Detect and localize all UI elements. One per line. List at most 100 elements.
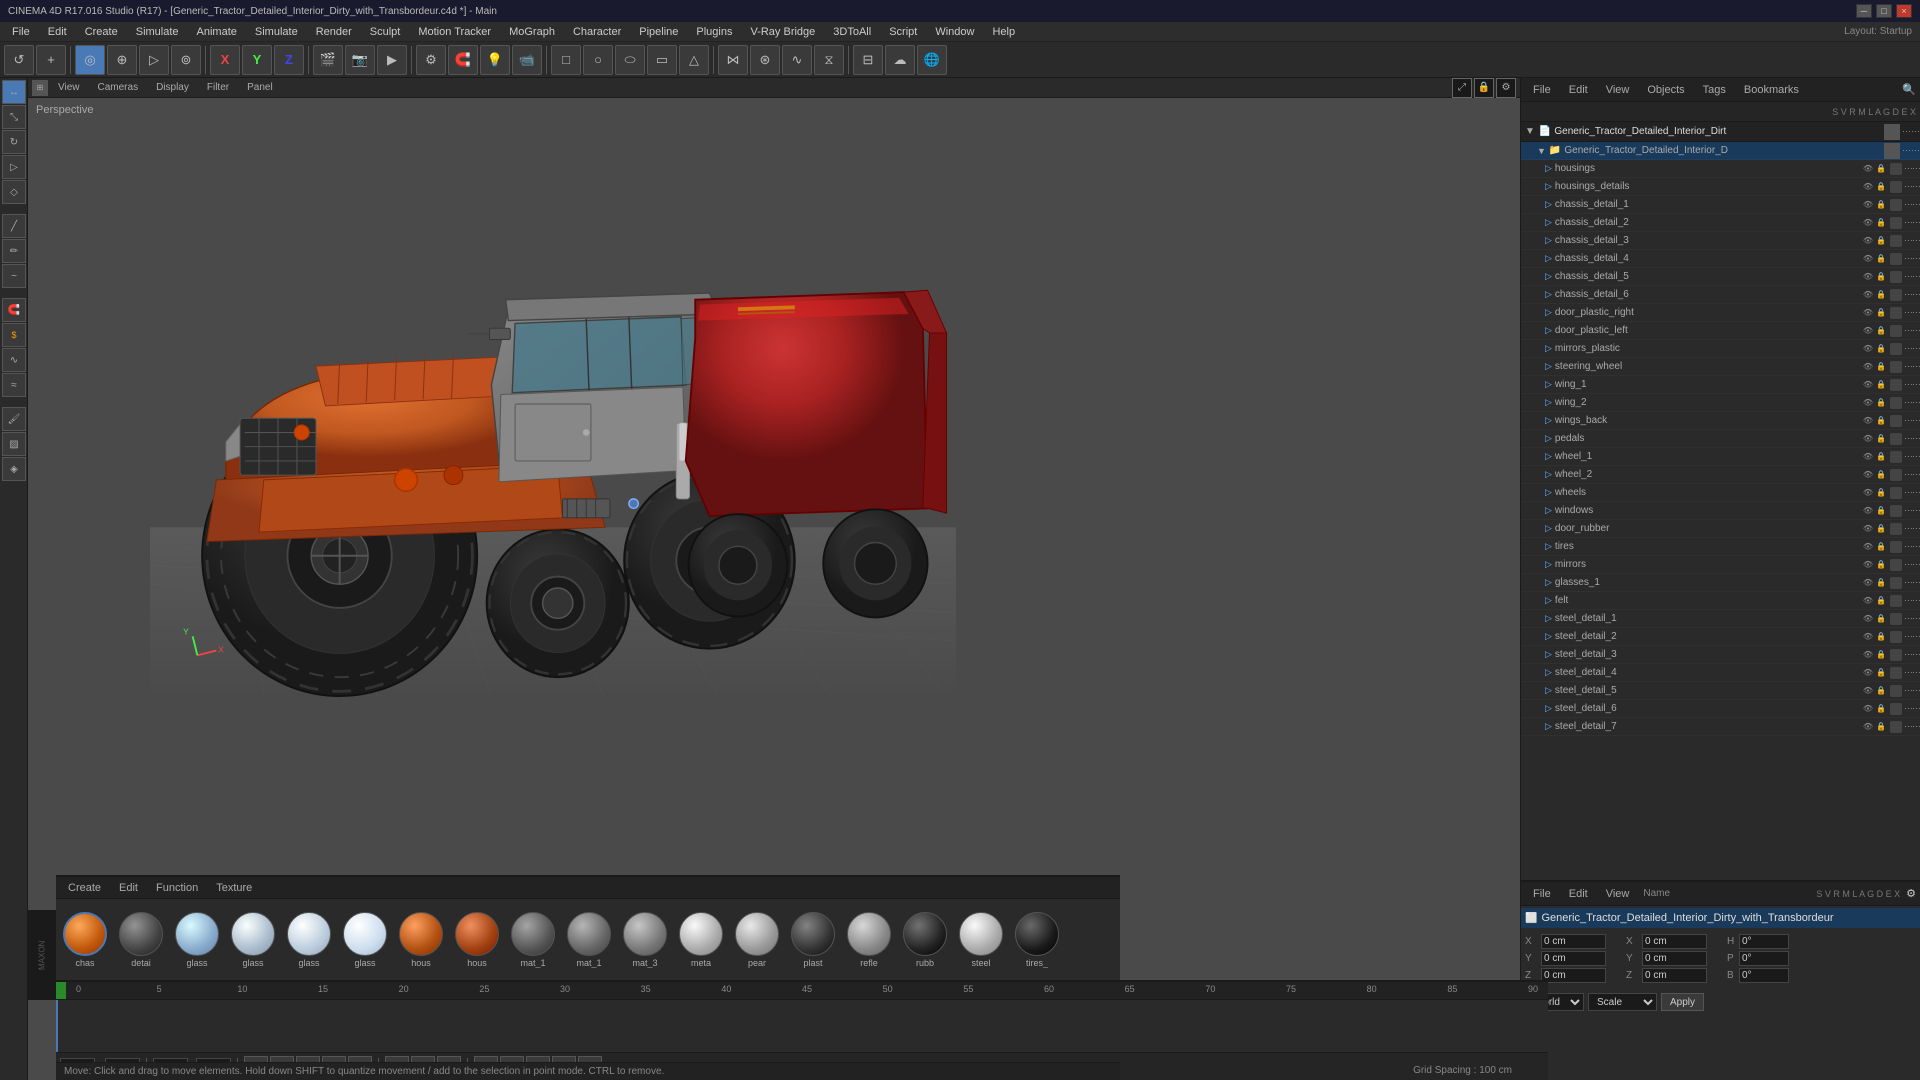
- coord-z-pos[interactable]: [1541, 968, 1606, 983]
- obj-row-wheel_2[interactable]: ▷wheel_2👁🔒⋯⋯: [1521, 466, 1920, 484]
- tool-twist[interactable]: ∿: [2, 348, 26, 372]
- coord-x-pos[interactable]: [1541, 934, 1606, 949]
- toolbar-settings[interactable]: ⚙: [416, 45, 446, 75]
- toolbar-mode-obj[interactable]: ⊕: [107, 45, 137, 75]
- menu-help[interactable]: Help: [984, 24, 1023, 40]
- obj-eye-housings[interactable]: 👁: [1863, 164, 1873, 173]
- obj-row-mirrors_plastic[interactable]: ▷mirrors_plastic👁🔒⋯⋯: [1521, 340, 1920, 358]
- obj-lock-felt[interactable]: 🔒: [1876, 596, 1886, 605]
- material-item-0[interactable]: chas: [60, 912, 110, 968]
- obj-row-steering_wheel[interactable]: ▷steering_wheel👁🔒⋯⋯: [1521, 358, 1920, 376]
- obj-lock-wheels[interactable]: 🔒: [1876, 488, 1886, 497]
- obj-eye-wings_back[interactable]: 👁: [1863, 416, 1873, 425]
- tool-mat[interactable]: ◈: [2, 457, 26, 481]
- minimize-button[interactable]: ─: [1856, 4, 1872, 18]
- tool-scale[interactable]: ⤡: [2, 105, 26, 129]
- coord-y-size[interactable]: [1642, 951, 1707, 966]
- obj-eye-steel_detail_4[interactable]: 👁: [1863, 668, 1873, 677]
- menu-script[interactable]: Script: [881, 24, 925, 40]
- obj-eye-windows[interactable]: 👁: [1863, 506, 1873, 515]
- object-list[interactable]: ▼ 📄 Generic_Tractor_Detailed_Interior_Di…: [1521, 122, 1920, 880]
- obj-row-chassis_detail_6[interactable]: ▷chassis_detail_6👁🔒⋯⋯: [1521, 286, 1920, 304]
- toolbar-render[interactable]: 🎬: [313, 45, 343, 75]
- menu-render[interactable]: Render: [308, 24, 360, 40]
- obj-hdr-view[interactable]: View: [1598, 82, 1638, 98]
- toolbar-plane[interactable]: ▭: [647, 45, 677, 75]
- obj-row-steel_detail_4[interactable]: ▷steel_detail_4👁🔒⋯⋯: [1521, 664, 1920, 682]
- material-item-12[interactable]: pear: [732, 912, 782, 968]
- maximize-button[interactable]: □: [1876, 4, 1892, 18]
- mat-header-function[interactable]: Function: [148, 880, 206, 896]
- menu-create[interactable]: Create: [77, 24, 126, 40]
- mat-header-create[interactable]: Create: [60, 880, 109, 896]
- tool-sketch[interactable]: ~: [2, 264, 26, 288]
- obj-eye-steel_detail_1[interactable]: 👁: [1863, 614, 1873, 623]
- obj-row-housings_details[interactable]: ▷housings_details👁🔒⋯⋯: [1521, 178, 1920, 196]
- material-item-14[interactable]: refle: [844, 912, 894, 968]
- obj-lock-steel_detail_3[interactable]: 🔒: [1876, 650, 1886, 659]
- obj-lock-steel_detail_7[interactable]: 🔒: [1876, 722, 1886, 731]
- tool-pen[interactable]: ✏: [2, 239, 26, 263]
- material-item-9[interactable]: mat_1: [564, 912, 614, 968]
- toolbar-sphere[interactable]: ○: [583, 45, 613, 75]
- obj-row-wheels[interactable]: ▷wheels👁🔒⋯⋯: [1521, 484, 1920, 502]
- obj-lock-steel_detail_2[interactable]: 🔒: [1876, 632, 1886, 641]
- material-item-17[interactable]: tires_: [1012, 912, 1062, 968]
- toolbar-cone[interactable]: △: [679, 45, 709, 75]
- obj-lock-wheel_1[interactable]: 🔒: [1876, 452, 1886, 461]
- obj-lock-chassis_detail_6[interactable]: 🔒: [1876, 290, 1886, 299]
- obj-lock-wing_1[interactable]: 🔒: [1876, 380, 1886, 389]
- coord-b-val[interactable]: [1739, 968, 1789, 983]
- coord-y-pos[interactable]: [1541, 951, 1606, 966]
- obj-eye-chassis_detail_2[interactable]: 👁: [1863, 218, 1873, 227]
- toolbar-spline[interactable]: ∿: [782, 45, 812, 75]
- material-item-10[interactable]: mat_3: [620, 912, 670, 968]
- toolbar-cube[interactable]: □: [551, 45, 581, 75]
- toolbar-ipr[interactable]: ▶: [377, 45, 407, 75]
- obj-eye-wing_2[interactable]: 👁: [1863, 398, 1873, 407]
- menu-simulate[interactable]: Simulate: [128, 24, 187, 40]
- obj-eye-mirrors[interactable]: 👁: [1863, 560, 1873, 569]
- attr-hdr-view[interactable]: View: [1598, 886, 1638, 902]
- material-item-11[interactable]: meta: [676, 912, 726, 968]
- toolbar-floor[interactable]: ⊟: [853, 45, 883, 75]
- timeline-keyframes[interactable]: [56, 1000, 1548, 1052]
- coord-p-val[interactable]: [1739, 951, 1789, 966]
- material-item-15[interactable]: rubb: [900, 912, 950, 968]
- mat-header-texture[interactable]: Texture: [208, 880, 260, 896]
- obj-row-wing_1[interactable]: ▷wing_1👁🔒⋯⋯: [1521, 376, 1920, 394]
- tool-smooth[interactable]: ≈: [2, 373, 26, 397]
- toolbar-nurbs[interactable]: ⧖: [814, 45, 844, 75]
- obj-row-wheel_1[interactable]: ▷wheel_1👁🔒⋯⋯: [1521, 448, 1920, 466]
- menu-sculpt[interactable]: Sculpt: [362, 24, 409, 40]
- obj-lock-housings[interactable]: 🔒: [1876, 164, 1886, 173]
- obj-lock-door_plastic_left[interactable]: 🔒: [1876, 326, 1886, 335]
- menu-character[interactable]: Character: [565, 24, 629, 40]
- obj-eye-steel_detail_7[interactable]: 👁: [1863, 722, 1873, 731]
- obj-lock-pedals[interactable]: 🔒: [1876, 434, 1886, 443]
- obj-lock-wing_2[interactable]: 🔒: [1876, 398, 1886, 407]
- obj-eye-felt[interactable]: 👁: [1863, 596, 1873, 605]
- toolbar-cam[interactable]: 📹: [512, 45, 542, 75]
- obj-lock-chassis_detail_4[interactable]: 🔒: [1876, 254, 1886, 263]
- obj-hdr-file[interactable]: File: [1525, 82, 1559, 98]
- toolbar-deformer[interactable]: ⋈: [718, 45, 748, 75]
- obj-row-windows[interactable]: ▷windows👁🔒⋯⋯: [1521, 502, 1920, 520]
- vp-tab-view[interactable]: View: [50, 80, 88, 95]
- attr-hdr-file[interactable]: File: [1525, 886, 1559, 902]
- obj-root-child[interactable]: ▼ 📁 Generic_Tractor_Detailed_Interior_D …: [1521, 142, 1920, 160]
- obj-lock-steel_detail_6[interactable]: 🔒: [1876, 704, 1886, 713]
- vp-lock[interactable]: 🔒: [1474, 78, 1494, 98]
- obj-row-door_plastic_left[interactable]: ▷door_plastic_left👁🔒⋯⋯: [1521, 322, 1920, 340]
- menu-motion-tracker[interactable]: Motion Tracker: [410, 24, 499, 40]
- scale-dropdown[interactable]: Scale Absolute: [1588, 993, 1657, 1011]
- toolbar-mode-scene[interactable]: ▷: [139, 45, 169, 75]
- obj-eye-pedals[interactable]: 👁: [1863, 434, 1873, 443]
- material-item-16[interactable]: steel: [956, 912, 1006, 968]
- obj-row-chassis_detail_4[interactable]: ▷chassis_detail_4👁🔒⋯⋯: [1521, 250, 1920, 268]
- menu-mograph[interactable]: MoGraph: [501, 24, 563, 40]
- tool-brush[interactable]: 🖌: [2, 407, 26, 431]
- obj-row-steel_detail_6[interactable]: ▷steel_detail_6👁🔒⋯⋯: [1521, 700, 1920, 718]
- vp-expand-btn[interactable]: ⊞: [32, 80, 48, 96]
- attr-hdr-edit[interactable]: Edit: [1561, 886, 1596, 902]
